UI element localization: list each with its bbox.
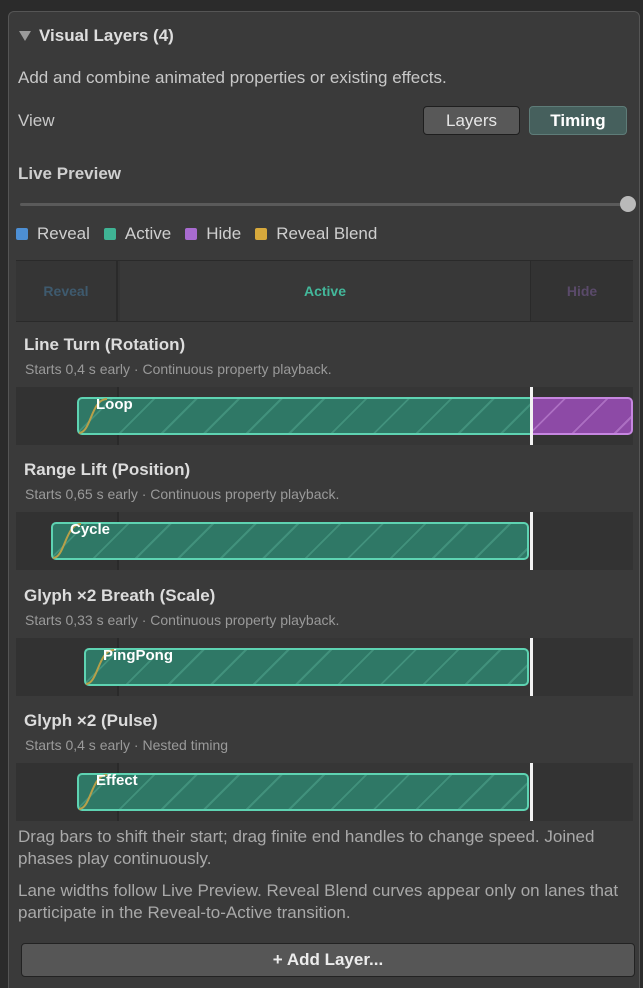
timing-button[interactable]: Timing: [529, 106, 627, 135]
legend: Reveal Active Hide Reveal Blend: [16, 224, 391, 244]
reveal-swatch-icon: [16, 228, 28, 240]
hide-bar[interactable]: [532, 397, 633, 435]
legend-item-hide: Hide: [185, 224, 241, 244]
visual-layers-panel: Visual Layers (4) Add and combine animat…: [8, 11, 640, 988]
layer-lane: Loop: [16, 387, 633, 445]
phase-hide[interactable]: Hide: [530, 261, 633, 321]
section-header[interactable]: Visual Layers (4): [19, 26, 174, 46]
timing-bar[interactable]: [77, 773, 529, 811]
timing-bar[interactable]: [77, 397, 532, 435]
help-text-drag: Drag bars to shift their start; drag fin…: [18, 827, 595, 868]
legend-item-reveal: Reveal: [16, 224, 90, 244]
layer-title: Line Turn (Rotation): [24, 335, 186, 354]
lane-hide-zone: [530, 638, 633, 696]
hide-swatch-icon: [185, 228, 198, 240]
preview-marker: [530, 512, 533, 570]
view-label: View: [18, 111, 55, 130]
legend-label: Hide: [206, 224, 242, 243]
preview-marker: [530, 387, 533, 445]
layer-subtitle: Starts 0,4 s early · Nested timing: [25, 737, 229, 753]
reveal-blend-swatch-icon: [255, 228, 268, 240]
add-layer-button[interactable]: + Add Layer...: [21, 943, 635, 977]
legend-item-active: Active: [103, 224, 172, 244]
section-title: Visual Layers (4): [39, 26, 174, 45]
layer-title: Glyph ×2 Breath (Scale): [24, 586, 216, 605]
legend-item-reveal-blend: Reveal Blend: [255, 224, 377, 244]
phase-reveal[interactable]: Reveal: [16, 261, 118, 321]
bar-label: Loop: [96, 396, 133, 413]
layer-subtitle: Starts 0,4 s early · Continuous property…: [25, 361, 332, 377]
legend-label: Reveal Blend: [276, 224, 378, 243]
layer-title: Glyph ×2 (Pulse): [24, 711, 158, 730]
timing-bar[interactable]: [51, 522, 529, 560]
bar-label: Effect: [96, 772, 138, 789]
live-preview-label: Live Preview: [18, 164, 122, 183]
bar-label: PingPong: [103, 647, 173, 664]
legend-label: Active: [124, 224, 172, 243]
help-text-lanes: Lane widths follow Live Preview. Reveal …: [18, 881, 619, 922]
legend-label: Reveal: [37, 224, 90, 243]
preview-marker: [530, 763, 533, 821]
layer-subtitle: Starts 0,65 s early · Continuous propert…: [25, 486, 340, 502]
layer-subtitle: Starts 0,33 s early · Continuous propert…: [25, 612, 340, 628]
section-description: Add and combine animated properties or e…: [18, 68, 447, 87]
triangle-down-icon[interactable]: [19, 31, 31, 41]
phase-active[interactable]: Active: [120, 261, 530, 321]
lane-hide-zone: [530, 512, 633, 570]
live-preview-slider-thumb[interactable]: [620, 196, 636, 212]
layer-lane: Cycle: [16, 512, 633, 570]
layer-title: Range Lift (Position): [24, 460, 191, 479]
bar-label: Cycle: [70, 521, 111, 538]
preview-marker: [530, 638, 533, 696]
active-swatch-icon: [103, 228, 116, 240]
layer-lane: PingPong: [16, 638, 633, 696]
layer-lane: Effect: [16, 763, 633, 821]
layers-button[interactable]: Layers: [423, 106, 520, 135]
live-preview-slider[interactable]: [20, 203, 622, 206]
lane-hide-zone: [530, 763, 633, 821]
phase-header: Reveal Active Hide: [16, 260, 633, 322]
